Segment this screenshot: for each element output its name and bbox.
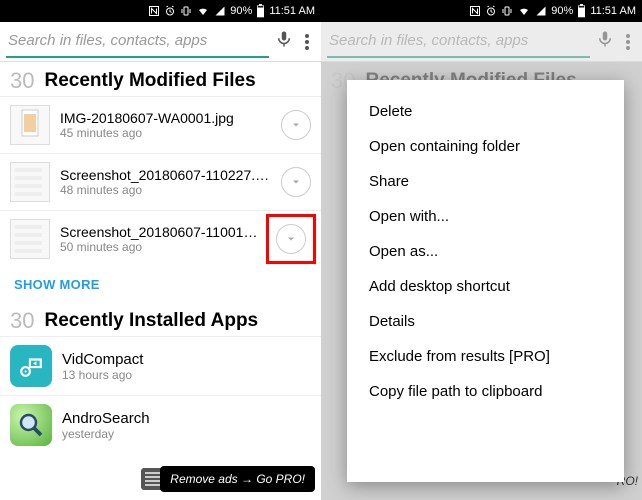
app-age: yesterday <box>62 427 311 441</box>
nfc-icon <box>148 5 160 17</box>
search-input[interactable] <box>327 26 590 58</box>
menu-details[interactable]: Details <box>347 304 624 339</box>
menu-open-as[interactable]: Open as... <box>347 234 624 269</box>
menu-open-folder[interactable]: Open containing folder <box>347 129 624 164</box>
cell-icon <box>214 5 226 17</box>
show-more-button[interactable]: SHOW MORE <box>0 267 321 302</box>
section-count: 30 <box>10 308 34 334</box>
file-name: Screenshot_20180607-110015.png <box>60 224 261 240</box>
battery-icon <box>256 4 265 18</box>
menu-copy-path[interactable]: Copy file path to clipboard <box>347 374 624 409</box>
file-row[interactable]: IMG-20180607-WA0001.jpg 45 minutes ago <box>0 96 321 153</box>
clock-text: 11:51 AM <box>269 5 315 17</box>
file-thumbnail-icon <box>10 105 50 145</box>
file-name: Screenshot_20180607-110227.png <box>60 167 271 183</box>
menu-share[interactable]: Share <box>347 164 624 199</box>
battery-text: 90% <box>551 5 573 17</box>
file-row[interactable]: Screenshot_20180607-110227.png 48 minute… <box>0 153 321 210</box>
wifi-icon <box>517 5 531 17</box>
search-bar <box>0 22 321 62</box>
search-bar <box>321 22 642 62</box>
expand-button[interactable] <box>281 167 311 197</box>
context-menu: Delete Open containing folder Share Open… <box>347 80 624 482</box>
app-name: VidCompact <box>62 351 311 368</box>
voice-icon[interactable] <box>596 28 614 55</box>
section-header-files: 30 Recently Modified Files <box>0 62 321 96</box>
alarm-icon <box>164 5 176 17</box>
expand-button[interactable] <box>276 224 306 254</box>
app-row[interactable]: AndroSearch yesterday <box>0 395 321 454</box>
phone-left: 90% 11:51 AM 30 Recently Modified Files … <box>0 0 321 500</box>
file-age: 50 minutes ago <box>60 240 261 254</box>
file-thumbnail-icon <box>10 219 50 259</box>
phone-right: 90% 11:51 AM 30 Recently Modified Files … <box>321 0 642 500</box>
highlight-annotation <box>271 219 311 259</box>
app-age: 13 hours ago <box>62 368 311 382</box>
alarm-icon <box>485 5 497 17</box>
overflow-menu-icon[interactable] <box>620 30 636 54</box>
ad-text: Remove ads → Go PRO! <box>170 472 305 486</box>
wifi-icon <box>196 5 210 17</box>
section-title: Recently Installed Apps <box>44 310 258 332</box>
clock-text: 11:51 AM <box>590 5 636 17</box>
vibrate-icon <box>501 5 513 17</box>
app-row[interactable]: VidCompact 13 hours ago <box>0 336 321 395</box>
overflow-menu-icon[interactable] <box>299 30 315 54</box>
status-bar: 90% 11:51 AM <box>0 0 321 22</box>
battery-text: 90% <box>230 5 252 17</box>
section-count: 30 <box>10 68 34 94</box>
status-bar: 90% 11:51 AM <box>321 0 642 22</box>
vibrate-icon <box>180 5 192 17</box>
app-icon <box>10 345 52 387</box>
file-age: 48 minutes ago <box>60 183 271 197</box>
file-row[interactable]: Screenshot_20180607-110015.png 50 minute… <box>0 210 321 267</box>
app-icon <box>10 404 52 446</box>
nfc-icon <box>469 5 481 17</box>
menu-add-shortcut[interactable]: Add desktop shortcut <box>347 269 624 304</box>
menu-open-with[interactable]: Open with... <box>347 199 624 234</box>
menu-exclude-pro[interactable]: Exclude from results [PRO] <box>347 339 624 374</box>
battery-icon <box>577 4 586 18</box>
search-input[interactable] <box>6 26 269 58</box>
app-name: AndroSearch <box>62 410 311 427</box>
file-age: 45 minutes ago <box>60 126 271 140</box>
expand-button[interactable] <box>281 110 311 140</box>
file-name: IMG-20180607-WA0001.jpg <box>60 110 271 126</box>
file-thumbnail-icon <box>10 162 50 202</box>
menu-delete[interactable]: Delete <box>347 94 624 129</box>
section-title: Recently Modified Files <box>44 70 255 92</box>
remove-ads-banner[interactable]: Remove ads → Go PRO! <box>160 466 315 492</box>
cell-icon <box>535 5 547 17</box>
section-header-apps: 30 Recently Installed Apps <box>0 302 321 336</box>
voice-icon[interactable] <box>275 28 293 55</box>
